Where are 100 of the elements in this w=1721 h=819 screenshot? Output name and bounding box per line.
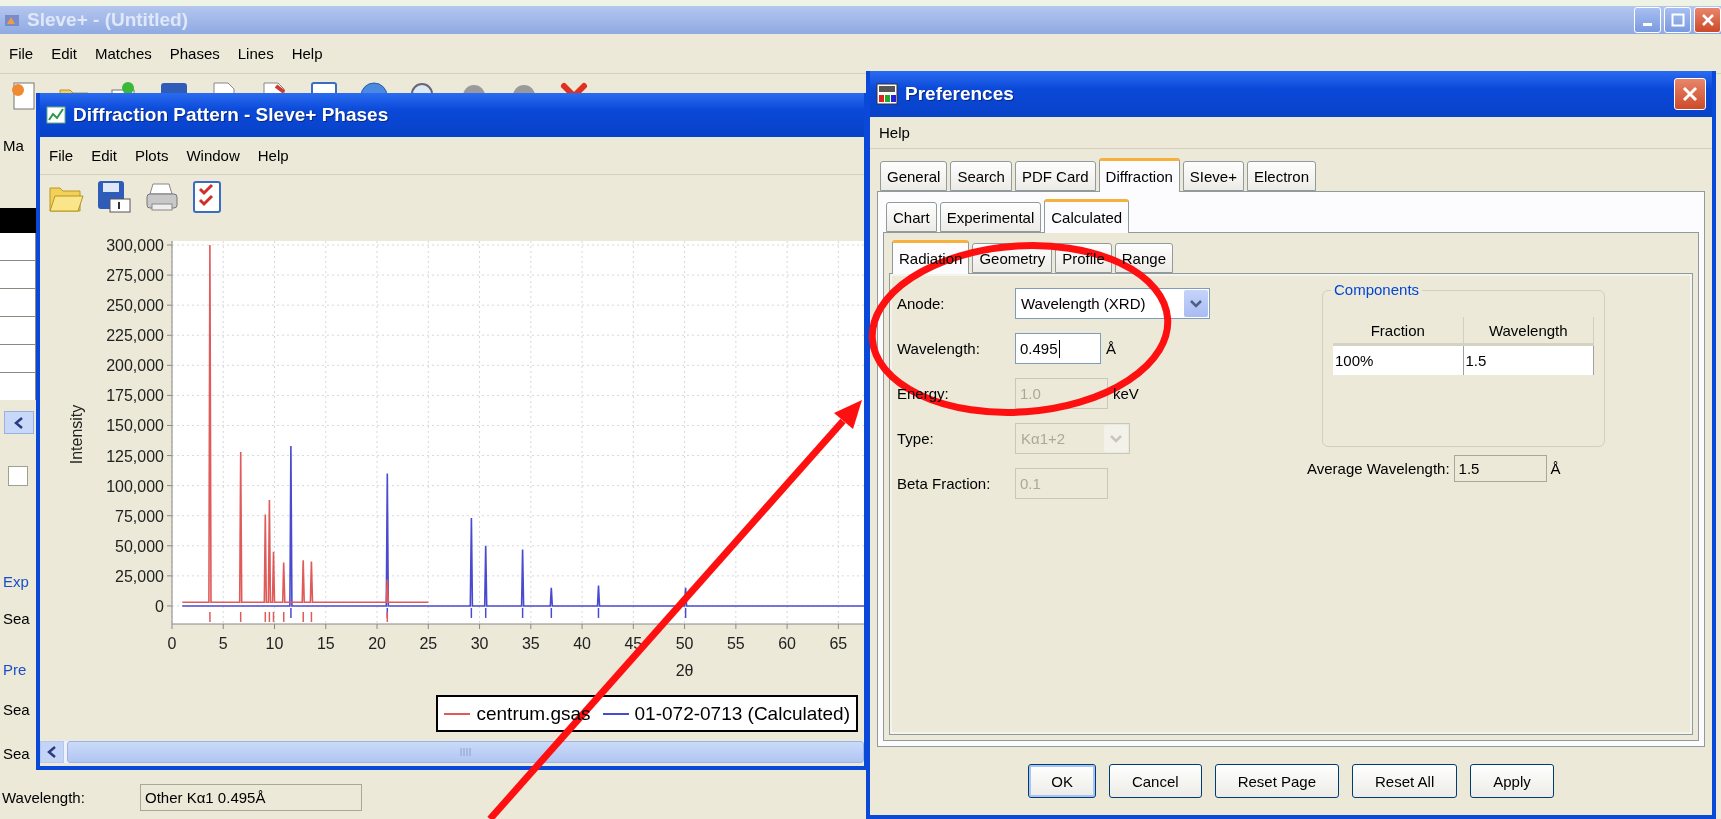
menu-item[interactable]: Help: [872, 122, 917, 143]
menu-item[interactable]: File: [42, 145, 81, 166]
tab[interactable]: Range: [1114, 243, 1173, 273]
minimize-button[interactable]: [1634, 7, 1661, 33]
unit-label: Å: [1106, 340, 1116, 357]
field-label: Average Wavelength:: [1307, 460, 1450, 477]
x-tick-label: 0: [167, 635, 177, 652]
menu-item[interactable]: Matches: [88, 43, 159, 64]
menu-item[interactable]: Edit: [44, 43, 85, 64]
x-tick-label: 40: [573, 635, 591, 652]
checkbox[interactable]: [8, 466, 28, 486]
tab[interactable]: Search: [950, 161, 1012, 191]
close-button[interactable]: [1674, 78, 1706, 110]
panel-label: Ma: [2, 137, 25, 156]
y-tick-label: 150,000: [106, 417, 164, 435]
input-field[interactable]: 1.5: [1453, 455, 1547, 482]
scroll-left-button[interactable]: [4, 411, 34, 434]
tab[interactable]: Chart: [886, 202, 937, 232]
chevron-left-icon: [47, 746, 57, 758]
dialog-button[interactable]: OK: [1028, 764, 1096, 798]
window-title: Preferences: [905, 83, 1014, 105]
menu-item[interactable]: Lines: [230, 43, 281, 64]
dialog-button[interactable]: Reset All: [1352, 764, 1458, 798]
x-axis-title: 2θ: [675, 662, 694, 679]
y-tick-label: 0: [155, 597, 164, 615]
save-icon: [96, 179, 132, 215]
menu-item[interactable]: File: [2, 43, 41, 64]
tab[interactable]: Calculated: [1044, 199, 1130, 233]
panel-label: Sea: [2, 701, 31, 720]
grip-icon: [459, 747, 472, 757]
scroll-left-button[interactable]: [40, 741, 64, 763]
maximize-button[interactable]: [1664, 7, 1691, 33]
dropdown[interactable]: Wavelength (XRD): [1015, 288, 1210, 319]
text-cursor: [1058, 339, 1060, 358]
unit-label: keV: [1113, 385, 1139, 402]
x-tick-label: 25: [419, 635, 438, 652]
checklist-icon: [192, 180, 222, 214]
checklist-button[interactable]: [192, 180, 222, 214]
dialog-button[interactable]: Apply: [1470, 764, 1554, 798]
y-tick-label: 300,000: [106, 237, 164, 254]
x-tick-label: 15: [316, 635, 335, 652]
tab[interactable]: PDF Card: [1014, 161, 1096, 191]
y-axis-title: Intensity: [68, 404, 85, 465]
tab[interactable]: General: [880, 161, 948, 191]
menu-item[interactable]: Window: [179, 145, 247, 166]
app-icon: [876, 83, 898, 105]
y-tick-label: 200,000: [106, 357, 164, 375]
y-tick-label: 50,000: [115, 537, 164, 555]
tab[interactable]: Diffraction: [1098, 158, 1180, 192]
y-tick-label: 175,000: [106, 387, 164, 405]
panel-label: Sea: [2, 610, 31, 629]
dialog-button[interactable]: Cancel: [1108, 764, 1202, 798]
field-label: Beta Fraction:: [897, 475, 991, 492]
tab[interactable]: SIeve+: [1182, 161, 1244, 191]
chevron-left-icon: [14, 416, 24, 429]
y-tick-label: 250,000: [106, 297, 164, 315]
x-tick-label: 5: [218, 635, 228, 652]
chevron-down-icon: [1109, 433, 1123, 444]
close-icon: [1682, 86, 1698, 102]
window-title: Sleve+ - (Untitled): [27, 9, 188, 31]
window-title: Diffraction Pattern - Sleve+ Phases: [73, 104, 389, 126]
y-tick-label: 25,000: [115, 567, 164, 585]
section-link[interactable]: Pre: [0, 661, 36, 681]
y-tick-label: 100,000: [106, 477, 164, 495]
input-field[interactable]: 0.495: [1015, 333, 1101, 364]
print-button[interactable]: [144, 180, 180, 214]
x-tick-label: 30: [470, 635, 489, 652]
menu-item[interactable]: Help: [250, 145, 296, 166]
field-label: Anode:: [897, 295, 945, 312]
section-link[interactable]: Exp: [0, 573, 36, 593]
x-tick-label: 35: [521, 635, 540, 652]
x-tick-label: 20: [368, 635, 386, 652]
tab[interactable]: Electron: [1247, 161, 1316, 191]
x-tick-label: 50: [675, 635, 694, 652]
table-cell: 1.5: [1463, 346, 1594, 375]
close-button[interactable]: [1694, 7, 1721, 33]
x-tick-label: 55: [726, 635, 745, 652]
x-tick-label: 65: [829, 635, 848, 652]
maximize-icon: [1670, 13, 1685, 27]
menu-item[interactable]: Help: [284, 43, 330, 64]
y-tick-label: 75,000: [115, 507, 164, 525]
menu-item[interactable]: Phases: [162, 43, 227, 64]
tab[interactable]: Experimental: [939, 202, 1042, 232]
close-icon: [1700, 13, 1715, 27]
chevron-down-icon: [1189, 298, 1203, 309]
legend-entry: 01-072-0713 (Calculated): [602, 702, 850, 725]
menu-item[interactable]: Plots: [128, 145, 176, 166]
y-tick-label: 125,000: [106, 447, 164, 465]
minimize-icon: [1643, 22, 1652, 26]
y-tick-label: 225,000: [106, 327, 164, 345]
field-label: Wavelength:: [1, 788, 86, 806]
menu-item[interactable]: Edit: [84, 145, 125, 166]
wavelength-field[interactable]: Other Kα1 0.495Å: [140, 783, 362, 811]
dialog-button[interactable]: Reset Page: [1214, 764, 1339, 798]
chart-icon: [46, 106, 66, 124]
save-button[interactable]: [96, 179, 132, 215]
x-tick-label: 10: [265, 635, 284, 652]
column-header[interactable]: Fraction: [1333, 317, 1464, 346]
column-header[interactable]: Wavelength: [1463, 317, 1594, 346]
field-label: Wavelength:: [897, 340, 980, 357]
